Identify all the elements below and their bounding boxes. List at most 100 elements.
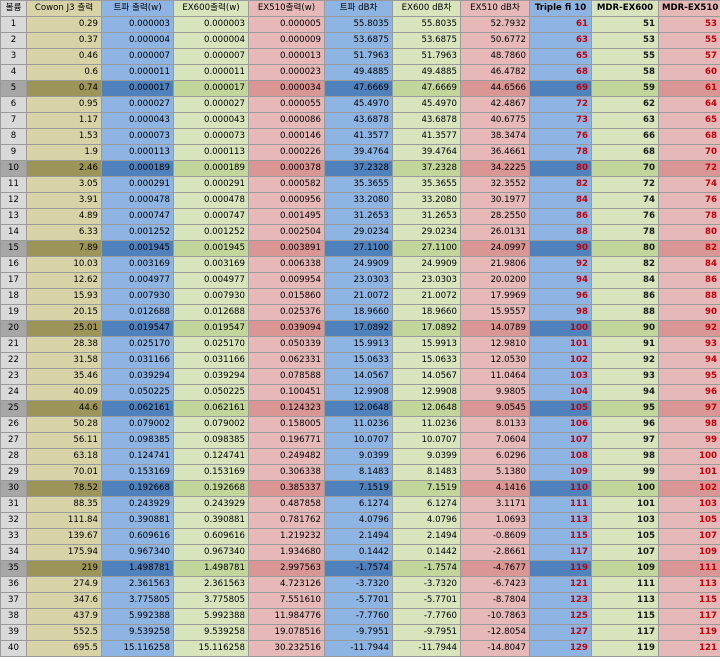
mdr-ex600-cell: 82 (591, 256, 659, 273)
cowon-output-cell: 0.37 (26, 32, 102, 49)
ex510-db-cell: 36.4661 (460, 144, 530, 161)
mdr-ex600-cell: 62 (591, 96, 659, 113)
tripfi-db-cell: 53.6875 (324, 32, 393, 49)
tripfi-db-cell: 17.0892 (324, 320, 393, 337)
triple-fi-10-cell: 65 (529, 48, 592, 65)
volume-cell: 22 (0, 352, 27, 369)
cowon-output-cell: 63.18 (26, 448, 102, 465)
ex600-db-cell: 55.8035 (392, 16, 461, 33)
ex600-watt-cell: 0.000007 (173, 48, 249, 65)
ex510-watt-cell: 19.078516 (248, 624, 325, 641)
ex510-watt-cell: 0.487858 (248, 496, 325, 513)
mdr-ex510-cell: 95 (658, 368, 720, 385)
mdr-ex510-cell: 100 (658, 448, 720, 465)
tripfi-db-cell: 49.4885 (324, 64, 393, 81)
tripfi-watt-cell: 0.390881 (101, 512, 174, 529)
tripfi-watt-cell: 0.000004 (101, 32, 174, 49)
ex600-watt-cell: 0.050225 (173, 384, 249, 401)
ex600-watt-cell: 0.098385 (173, 432, 249, 449)
ex600-db-cell: 4.0796 (392, 512, 461, 529)
tripfi-db-cell: 9.0399 (324, 448, 393, 465)
cowon-output-cell: 6.33 (26, 224, 102, 241)
ex510-watt-cell: 0.306338 (248, 464, 325, 481)
mdr-ex510-cell: 109 (658, 544, 720, 561)
header-ex510-watt: EX510출력(w) (248, 0, 325, 17)
volume-cell: 10 (0, 160, 27, 177)
mdr-ex600-cell: 93 (591, 368, 659, 385)
mdr-ex510-cell: 53 (658, 16, 720, 33)
cowon-output-cell: 3.91 (26, 192, 102, 209)
mdr-ex600-cell: 97 (591, 432, 659, 449)
ex510-watt-cell: 0.100451 (248, 384, 325, 401)
tripfi-watt-cell: 0.243929 (101, 496, 174, 513)
tripfi-watt-cell: 0.000113 (101, 144, 174, 161)
mdr-ex600-cell: 58 (591, 64, 659, 81)
ex510-watt-cell: 1.219232 (248, 528, 325, 545)
ex600-watt-cell: 0.001945 (173, 240, 249, 257)
triple-fi-10-cell: 73 (529, 112, 592, 129)
mdr-ex510-cell: 55 (658, 32, 720, 49)
tripfi-db-cell: 43.6878 (324, 112, 393, 129)
triple-fi-10-cell: 86 (529, 208, 592, 225)
triple-fi-10-cell: 109 (529, 464, 592, 481)
mdr-ex600-cell: 63 (591, 112, 659, 129)
ex600-watt-cell: 0.007930 (173, 288, 249, 305)
cowon-output-cell: 1.17 (26, 112, 102, 129)
triple-fi-10-cell: 94 (529, 272, 592, 289)
mdr-ex510-cell: 115 (658, 592, 720, 609)
ex600-watt-cell: 0.039294 (173, 368, 249, 385)
mdr-ex510-cell: 86 (658, 272, 720, 289)
volume-cell: 6 (0, 96, 27, 113)
ex510-db-cell: 1.0693 (460, 512, 530, 529)
table-row: 23 35.46 0.039294 0.039294 0.078588 14.0567 14… (0, 368, 720, 385)
ex510-db-cell: 8.0133 (460, 416, 530, 433)
mdr-ex510-cell: 94 (658, 352, 720, 369)
volume-cell: 33 (0, 528, 27, 545)
tripfi-watt-cell: 0.031166 (101, 352, 174, 369)
table-row: 26 50.28 0.079002 0.079002 0.158005 11.0236 11… (0, 416, 720, 433)
ex510-watt-cell: 0.000055 (248, 96, 325, 113)
triple-fi-10-cell: 106 (529, 416, 592, 433)
table-row: 11 3.05 0.000291 0.000291 0.000582 35.3655 35.… (0, 176, 720, 193)
header-triple-fi-10: Triple fi 10 (529, 0, 592, 17)
mdr-ex600-cell: 94 (591, 384, 659, 401)
ex510-watt-cell: 0.009954 (248, 272, 325, 289)
cowon-output-cell: 3.05 (26, 176, 102, 193)
tripfi-watt-cell: 0.019547 (101, 320, 174, 337)
table-row: 7 1.17 0.000043 0.000043 0.000086 43.6878 43.6… (0, 112, 720, 129)
tripfi-db-cell: 10.0707 (324, 432, 393, 449)
ex600-watt-cell: 15.116258 (173, 640, 249, 657)
tripfi-db-cell: -5.7701 (324, 592, 393, 609)
table-row: 21 28.38 0.025170 0.025170 0.050339 15.9913 15… (0, 336, 720, 353)
mdr-ex600-cell: 117 (591, 624, 659, 641)
cowon-output-cell: 219 (26, 560, 102, 577)
volume-cell: 25 (0, 400, 27, 417)
ex510-watt-cell: 0.385337 (248, 480, 325, 497)
table-row: 31 88.35 0.243929 0.243929 0.487858 6.1274 6.1… (0, 496, 720, 513)
mdr-ex600-cell: 88 (591, 304, 659, 321)
ex510-watt-cell: 4.723126 (248, 576, 325, 593)
mdr-ex600-cell: 90 (591, 320, 659, 337)
ex600-db-cell: 53.6875 (392, 32, 461, 49)
cowon-output-cell: 44.6 (26, 400, 102, 417)
tripfi-db-cell: 6.1274 (324, 496, 393, 513)
ex600-watt-cell: 0.062161 (173, 400, 249, 417)
ex600-db-cell: 45.4970 (392, 96, 461, 113)
cowon-output-cell: 20.15 (26, 304, 102, 321)
ex510-watt-cell: 1.934680 (248, 544, 325, 561)
triple-fi-10-cell: 96 (529, 288, 592, 305)
ex510-db-cell: 3.1171 (460, 496, 530, 513)
ex600-db-cell: 11.0236 (392, 416, 461, 433)
volume-cell: 7 (0, 112, 27, 129)
tripfi-watt-cell: 2.361563 (101, 576, 174, 593)
cowon-output-cell: 175.94 (26, 544, 102, 561)
ex600-db-cell: 14.0567 (392, 368, 461, 385)
mdr-ex510-cell: 84 (658, 256, 720, 273)
header-volume: 볼륨 (0, 0, 27, 17)
ex600-db-cell: 29.0234 (392, 224, 461, 241)
tripfi-watt-cell: 0.004977 (101, 272, 174, 289)
triple-fi-10-cell: 88 (529, 224, 592, 241)
ex510-watt-cell: 0.249482 (248, 448, 325, 465)
triple-fi-10-cell: 63 (529, 32, 592, 49)
tripfi-watt-cell: 0.025170 (101, 336, 174, 353)
